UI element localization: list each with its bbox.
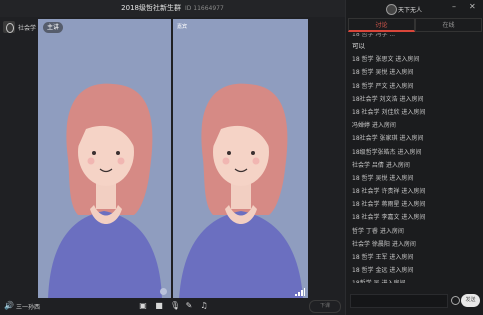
title-bar: 2018级哲社新生群 ID 11664977	[0, 0, 345, 17]
chat-input[interactable]	[350, 294, 448, 308]
chat-panel: 天下无人 – ✕ 讨论 在线 18 哲学 冯学 ... 可以 18 哲学 张思文 进…	[345, 0, 483, 315]
host-info[interactable]: 社会学	[3, 20, 36, 34]
whiteboard-icon[interactable]: ✎	[185, 302, 193, 310]
chat-message: 18 哲学 张思文 进入房间	[352, 56, 420, 64]
chat-message: 18 哲学 严文 进入房间	[352, 82, 414, 90]
chat-message: 18 哲学 冯学 ...	[352, 33, 396, 38]
chat-message: 18 社会学 刘佳欣 进入房间	[352, 108, 426, 116]
chat-message: 18 社会学 蒋雨星 进入房间	[352, 201, 426, 209]
chat-message: 可以	[352, 42, 365, 50]
bottom-toolbar: 🔊 三一孙西 ▣ ■ 🎙 ✎ ♫	[0, 298, 345, 315]
chat-message: 18哲学 吴 进入房间	[352, 277, 480, 283]
chat-message: 18 哲学 金远 进入房间	[352, 267, 414, 275]
panel-header: 天下无人 – ✕	[346, 0, 483, 17]
send-button[interactable]: 发送	[461, 294, 480, 307]
avatar-illustration	[48, 83, 162, 299]
screen-share-icon[interactable]: ▣	[139, 302, 147, 310]
guest-label: 嘉宾	[177, 24, 188, 30]
tab-online[interactable]: 在线	[415, 18, 482, 32]
message-list[interactable]: 18 哲学 冯学 ... 可以 18 哲学 张思文 进入房间 18 哲学 吴悦 进入房…	[352, 33, 480, 283]
chat-message: 18 社会学 许贵祥 进入房间	[352, 188, 426, 196]
chat-message: 18级哲学张皓杰 进入房间	[352, 148, 422, 156]
video-pane-left[interactable]: 主讲	[38, 19, 171, 299]
chat-message: 18 社会学 李嘉文 进入房间	[352, 214, 426, 222]
panel-tabs: 讨论 在线	[348, 18, 482, 32]
chat-input-area: 发送	[350, 293, 480, 311]
chat-message: 社会学 吕倩 进入房间	[352, 161, 410, 169]
minimize-icon[interactable]: –	[452, 2, 456, 11]
microphone-icon[interactable]: 🎙	[170, 302, 180, 310]
avatar-illustration	[179, 83, 303, 299]
speaker-badge: 主讲	[43, 22, 64, 33]
speaker-icon[interactable]: 🔊	[4, 302, 14, 310]
chat-message: 18社会学 张家琪 进入房间	[352, 135, 424, 143]
chat-message: 18社会学 刘文浩 进入房间	[352, 95, 424, 103]
user-name[interactable]: 天下无人	[398, 5, 422, 14]
music-icon[interactable]: ♫	[200, 302, 208, 310]
video-pane-right[interactable]: 嘉宾	[173, 19, 308, 299]
chat-message: 18 哲学 王军 进入房间	[352, 254, 414, 261]
camera-icon[interactable]: ■	[155, 302, 163, 310]
host-name: 社会学	[18, 24, 37, 32]
end-class-button[interactable]: 下课	[309, 300, 341, 313]
emoji-icon[interactable]	[451, 296, 460, 305]
mic-status: 三一孙西	[16, 304, 41, 311]
room-title: 2018级哲社新生群 ID 11664977	[0, 3, 345, 13]
tab-discussion[interactable]: 讨论	[348, 18, 415, 32]
speaker-badge-label: 主讲	[47, 24, 60, 31]
chat-message: 18 哲学 吴悦 进入房间	[352, 69, 414, 77]
chat-message: 社会学 徐晨阳 进入房间	[352, 240, 416, 248]
chat-message: 18 哲学 吴悦 进入房间	[352, 174, 414, 182]
room-id: ID 11664977	[184, 5, 224, 12]
close-icon[interactable]: ✕	[469, 2, 476, 11]
room-name: 2018级哲社新生群	[121, 4, 181, 12]
chat-message: 冯婵婷 进入房间	[352, 122, 396, 130]
chat-message: 哲学 丁睿 进入房间	[352, 227, 404, 235]
user-avatar[interactable]	[386, 4, 397, 15]
pane-options-icon[interactable]	[160, 288, 167, 295]
host-avatar	[3, 21, 15, 33]
signal-icon	[295, 288, 305, 296]
